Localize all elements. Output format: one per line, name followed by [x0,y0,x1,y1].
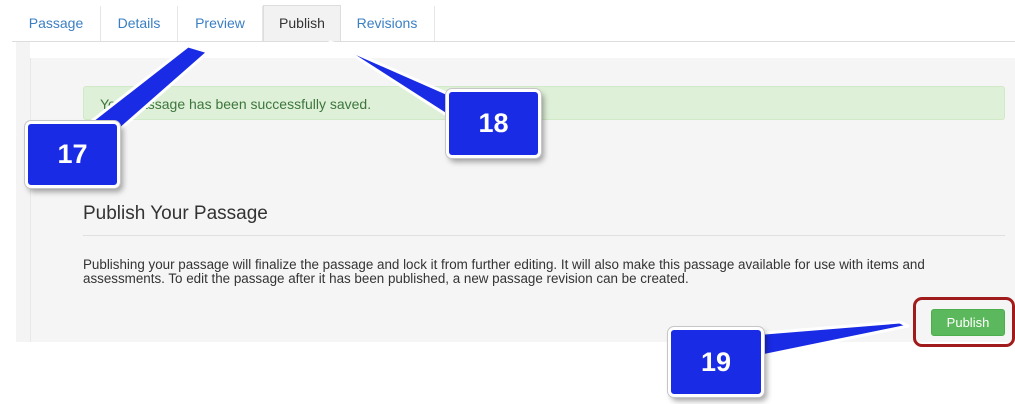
callout-19-pointer [750,320,910,360]
callout-pointers [68,40,910,360]
callout-17: 17 [25,121,120,188]
callout-19: 19 [668,327,764,397]
callout-18: 18 [446,89,541,158]
